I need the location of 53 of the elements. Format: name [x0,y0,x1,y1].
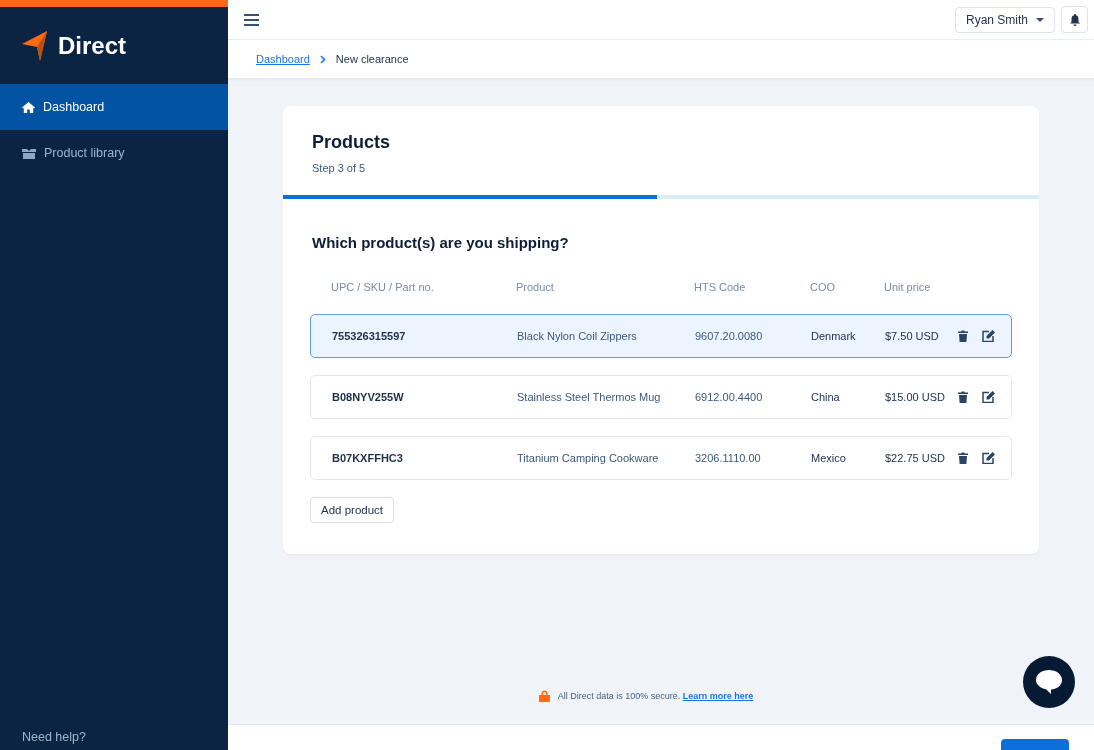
breadcrumb-current: New clearance [335,53,409,65]
column-header: HTS Code [694,281,747,293]
table-cell-text: $22.75 USD [885,452,946,464]
edit-icon[interactable] [982,391,995,403]
security-note: All Direct data is 100% secure. Learn more here [557,691,754,701]
table-cell-text: $15.00 USD [885,391,946,403]
help-link[interactable]: Need help? [0,730,228,750]
table-cell-text: 3206.1110.00 [695,452,762,464]
table-cell-text: Titanium Camping Cookware [517,452,660,464]
sidebar-item[interactable]: Product library [0,130,228,176]
logo-icon [22,31,48,61]
edit-icon[interactable] [982,452,995,464]
product-row[interactable]: B08NYV255W Stainless Steel Thermos Mug 6912.00.4400 China $15.00 USD [310,375,1012,419]
table-cell-text: Stainless Steel Thermos Mug [517,391,662,403]
column-header: UPC / SKU / Part no. [331,281,435,293]
breadcrumb-link[interactable]: Dashboard [256,53,310,65]
step-label: Step 3 of 5 [312,162,366,174]
product-row[interactable]: 755326315597 Black Nylon Coil Zippers 9607.20.0080 Denmark $7.50 USD [310,314,1012,358]
trash-icon[interactable] [958,452,968,464]
home-icon [22,101,35,113]
learn-more-link[interactable]: Learn more here [682,691,754,701]
table-cell-text: B07KXFFHC3 [332,452,404,464]
user-menu[interactable]: Ryan Smith [954,6,1055,33]
column-header: Unit price [884,281,932,293]
table-cell-text: China [811,391,841,403]
trash-icon[interactable] [958,330,968,342]
chat-button[interactable] [1023,656,1075,708]
table-cell-text: Black Nylon Coil Zippers [517,330,638,342]
sidebar-item[interactable]: Dashboard [0,84,228,130]
logo-text: Direct [58,32,127,60]
chat-bubble-icon [1036,670,1062,694]
table-cell-text: 6912.00.4400 [695,391,764,403]
table-cell-text: $7.50 USD [885,330,940,342]
column-header: Product [516,281,555,293]
product-row[interactable]: B07KXFFHC3 Titanium Camping Cookware 3206.1110.00 Mexico $22.75 USD [310,436,1012,480]
table-cell-text: Mexico [811,452,847,464]
caret-icon [1036,17,1044,22]
chevron-icon [319,54,326,64]
lock-icon [538,690,550,702]
box-icon [22,147,36,159]
add-product-button[interactable]: Add product [310,497,394,523]
card-title: Products [312,132,391,153]
edit-icon[interactable] [982,330,995,342]
table-cell-text: 755326315597 [332,330,407,342]
menu-icon[interactable] [244,13,259,26]
table-cell-text: Denmark [811,330,857,342]
column-header: COO [810,281,837,293]
bell-icon [1069,13,1080,26]
table-cell-text: 9607.20.0080 [695,330,764,342]
notifications-button[interactable] [1061,6,1088,33]
trash-icon[interactable] [958,391,968,403]
table-cell-text: B08NYV255W [332,391,405,403]
question-heading: Which product(s) are you shipping? [312,234,570,251]
